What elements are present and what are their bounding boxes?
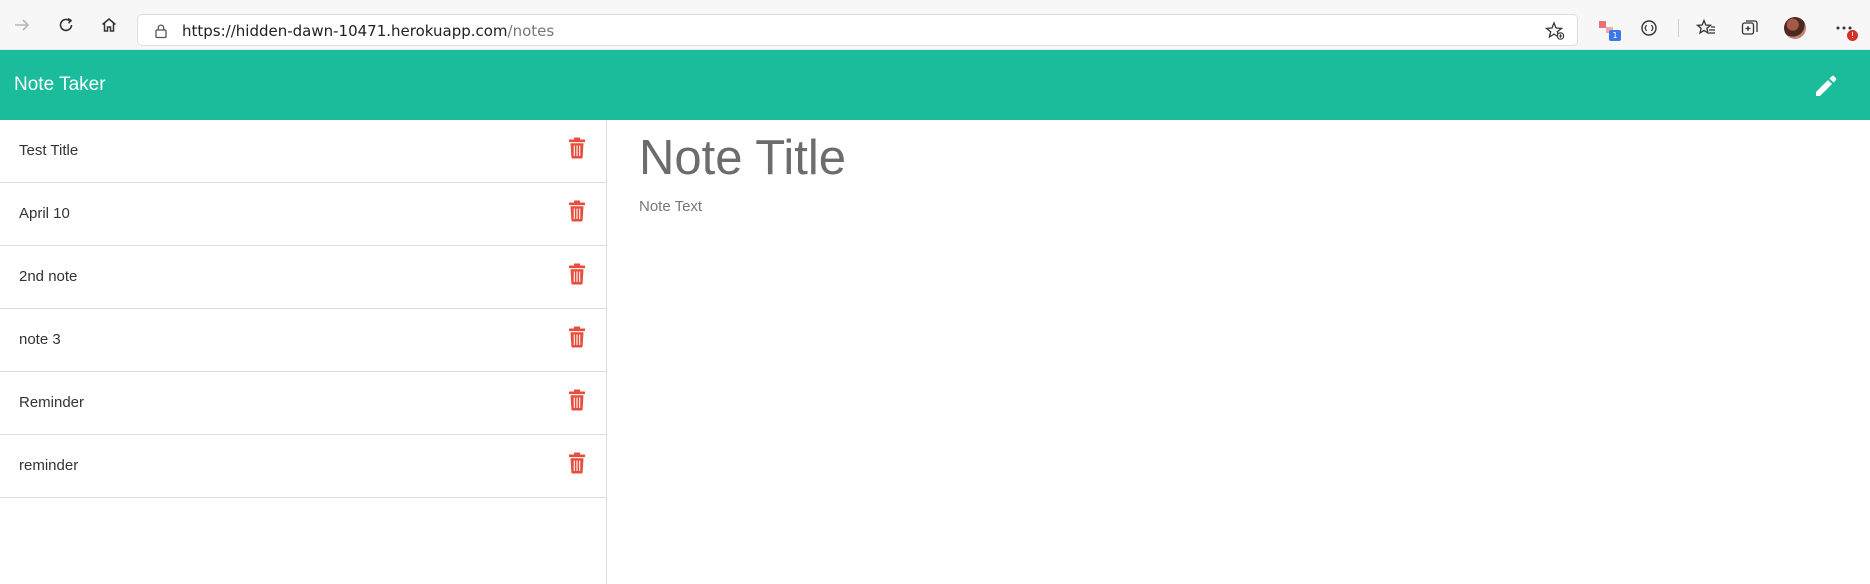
trash-icon[interactable] — [568, 137, 586, 159]
extension-badge: 1 — [1609, 30, 1621, 41]
pencil-icon — [1816, 75, 1837, 96]
arrow-right-icon — [15, 19, 30, 31]
reload-icon — [59, 17, 73, 32]
list-item[interactable]: Reminder — [0, 372, 606, 435]
home-icon — [102, 18, 116, 32]
trash-icon[interactable] — [568, 452, 586, 474]
trash-icon[interactable] — [568, 200, 586, 222]
note-text-input[interactable] — [639, 198, 1839, 498]
toolbar-separator — [1678, 19, 1679, 37]
list-item[interactable]: reminder — [0, 435, 606, 498]
list-item[interactable]: 2nd note — [0, 246, 606, 309]
avatar — [1784, 17, 1806, 39]
collections-icon — [1741, 20, 1758, 35]
trash-icon[interactable] — [568, 263, 586, 285]
forward-button[interactable] — [11, 14, 33, 36]
brand-title[interactable]: Note Taker — [14, 74, 106, 96]
note-editor — [608, 120, 1870, 584]
note-title: Test Title — [19, 142, 79, 159]
browser-toolbar: https://hidden-dawn-10471.herokuapp.com/… — [0, 0, 1870, 50]
reader-icon — [1641, 20, 1657, 36]
trash-icon[interactable] — [568, 326, 586, 348]
list-item[interactable]: April 10 — [0, 183, 606, 246]
note-title: 2nd note — [19, 268, 78, 285]
url-base: https://hidden-dawn-10471.herokuapp.com — [182, 22, 508, 40]
menu-alert-badge: ! — [1847, 30, 1858, 41]
reader-mode-button[interactable] — [1638, 17, 1660, 39]
collections-button[interactable] — [1739, 17, 1761, 39]
note-title: note 3 — [19, 331, 61, 348]
url-text: https://hidden-dawn-10471.herokuapp.com/… — [182, 22, 554, 40]
add-favorite-icon[interactable] — [1545, 21, 1565, 41]
address-bar[interactable]: https://hidden-dawn-10471.herokuapp.com/… — [137, 14, 1578, 46]
trash-icon[interactable] — [568, 389, 586, 411]
extension-button[interactable]: 1 — [1596, 17, 1621, 41]
list-item[interactable]: Test Title — [0, 120, 606, 183]
favorites-icon — [1696, 18, 1715, 35]
lock-icon — [155, 24, 167, 39]
notes-list: Test Title April 10 2nd note note 3 Remi… — [0, 120, 607, 584]
home-button[interactable] — [98, 14, 120, 36]
app-navbar: Note Taker — [0, 50, 1870, 120]
note-title: April 10 — [19, 205, 70, 222]
favorites-button[interactable] — [1695, 17, 1717, 39]
settings-menu-button[interactable]: ! — [1833, 17, 1858, 41]
note-title-input[interactable] — [639, 128, 1839, 188]
note-title: Reminder — [19, 394, 85, 411]
profile-button[interactable] — [1784, 17, 1806, 39]
url-path: /notes — [507, 22, 555, 40]
new-note-button[interactable] — [1812, 72, 1840, 100]
list-item[interactable]: note 3 — [0, 309, 606, 372]
note-title: reminder — [19, 457, 79, 474]
reload-button[interactable] — [55, 14, 77, 36]
